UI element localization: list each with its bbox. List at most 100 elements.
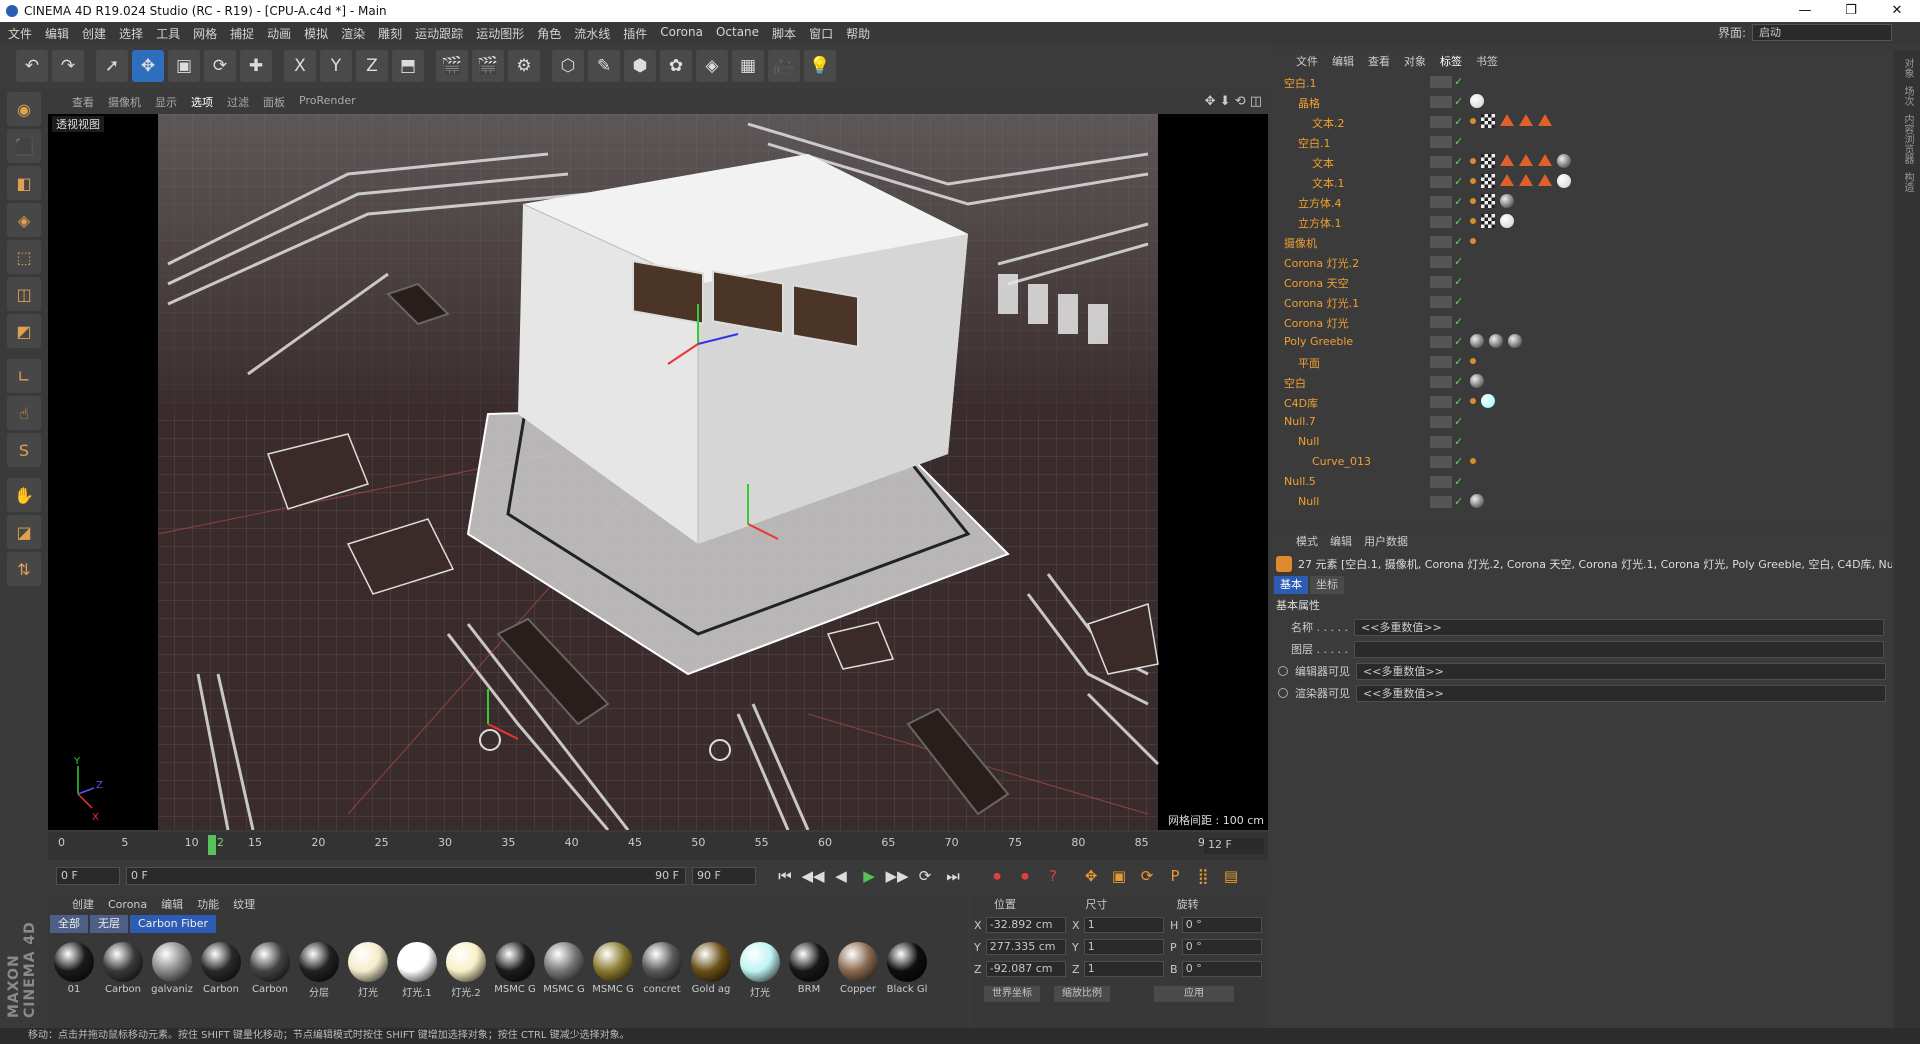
object-row[interactable]: Null ✓ [1270,432,1892,452]
tag-icon[interactable] [1470,374,1484,388]
autokey-button[interactable]: ⏺ [1012,863,1038,889]
prev-frame-button[interactable]: ◀ [828,863,854,889]
visibility-flags[interactable] [1430,356,1452,368]
tag-icon[interactable] [1489,334,1503,348]
coord-value-field[interactable]: 1 [1083,961,1164,977]
left-tool-icon[interactable]: ◧ [7,166,41,200]
visibility-flags[interactable] [1430,216,1452,228]
object-name[interactable]: 文本.1 [1312,175,1345,191]
attribute-subtab[interactable]: 坐标 [1310,576,1344,594]
tag-icon[interactable] [1470,118,1476,124]
menu-item[interactable]: 模拟 [304,25,328,42]
coord-value-field[interactable]: -92.087 cm [985,961,1066,977]
enabled-check-icon[interactable]: ✓ [1454,235,1463,248]
object-row[interactable]: 晶格 ✓ [1270,92,1892,112]
left-tool-icon[interactable]: ◪ [7,515,41,549]
tag-icon[interactable] [1470,458,1476,464]
viewport-menu-item[interactable]: 摄像机 [108,94,141,110]
record-button[interactable]: ⏺ [984,863,1010,889]
enabled-check-icon[interactable]: ✓ [1454,275,1463,288]
object-row[interactable]: 空白 ✓ [1270,372,1892,392]
enabled-check-icon[interactable]: ✓ [1454,435,1463,448]
enabled-check-icon[interactable]: ✓ [1454,315,1463,328]
attribute-value[interactable]: <<多重数值>> [1354,618,1884,636]
material-swatch[interactable]: MSMC G [491,942,539,999]
object-row[interactable]: 立方体.1 ✓ [1270,212,1892,232]
key-scale-button[interactable]: ▣ [1106,863,1132,889]
visibility-flags[interactable] [1430,436,1452,448]
scale-mode-dropdown[interactable]: 缩放比例 [1054,986,1110,1002]
material-tab[interactable]: 编辑 [161,896,183,912]
object-row[interactable]: Null.5 ✓ [1270,472,1892,492]
material-swatch[interactable]: Gold ag [687,942,735,999]
object-name[interactable]: 空白 [1284,375,1306,391]
tag-icon[interactable] [1500,154,1514,166]
object-row[interactable]: 文本 ✓ [1270,152,1892,172]
object-manager-tab[interactable]: 查看 [1368,53,1390,69]
perspective-viewport[interactable]: Y X Z 透视视图 网格间距 : 100 cm [48,114,1268,830]
material-filter[interactable]: Carbon Fiber [130,915,216,933]
render-settings-icon[interactable]: ⚙ [508,50,540,82]
tag-icon[interactable] [1470,494,1484,508]
object-manager-tab[interactable]: 编辑 [1332,53,1354,69]
enabled-check-icon[interactable]: ✓ [1454,175,1463,188]
render-picture-icon[interactable]: 🎬 [472,50,504,82]
x-axis-icon[interactable]: X [284,50,316,82]
end-frame-field[interactable]: 90 F [692,867,756,885]
redo-icon[interactable]: ↷ [52,50,84,82]
enabled-check-icon[interactable]: ✓ [1454,115,1463,128]
add-icon[interactable]: ✚ [240,50,272,82]
visibility-flags[interactable] [1430,476,1452,488]
key-position-button[interactable]: ✥ [1078,863,1104,889]
enabled-check-icon[interactable]: ✓ [1454,335,1463,348]
visibility-flags[interactable] [1430,296,1452,308]
tag-icon[interactable] [1470,334,1484,348]
material-swatch[interactable]: 分层 [295,942,343,999]
object-name[interactable]: Corona 灯光.2 [1284,255,1359,271]
coord-value-field[interactable]: -32.892 cm [985,917,1066,933]
enabled-check-icon[interactable]: ✓ [1454,255,1463,268]
material-tab[interactable]: 纹理 [233,896,255,912]
left-tool-icon[interactable]: ◈ [7,203,41,237]
tag-icon[interactable] [1481,114,1495,128]
viewport-menu-item[interactable]: ProRender [299,94,356,110]
object-row[interactable]: 空白.1 ✓ [1270,72,1892,92]
next-frame-button[interactable]: ▶▶ [884,863,910,889]
material-swatch[interactable]: Black Gl [883,942,931,999]
material-swatch[interactable]: galvaniz [148,942,196,999]
tag-icon[interactable] [1500,214,1514,228]
material-tab[interactable]: 功能 [197,896,219,912]
camera-icon[interactable]: 🎥 [768,50,800,82]
object-name[interactable]: C4D库 [1284,395,1318,411]
tag-icon[interactable] [1470,358,1476,364]
viewport-nav-icons[interactable]: ✥ ⬇ ⟲ ◫ [1205,94,1262,109]
subdivide-icon[interactable]: ⬢ [624,50,656,82]
tag-icon[interactable] [1481,174,1495,188]
object-name[interactable]: 立方体.1 [1298,215,1342,231]
object-row[interactable]: Null ✓ [1270,492,1892,512]
tag-icon[interactable] [1481,214,1495,228]
material-filter[interactable]: 全部 [50,915,88,933]
attribute-value[interactable]: <<多重数值>> [1356,684,1886,702]
menu-item[interactable]: 捕捉 [230,25,254,42]
object-name[interactable]: Poly Greeble [1284,335,1353,348]
material-filter[interactable]: 无层 [90,915,128,933]
visibility-flags[interactable] [1430,236,1452,248]
menu-item[interactable]: 帮助 [846,25,870,42]
visibility-flags[interactable] [1430,456,1452,468]
object-name[interactable]: Null.5 [1284,475,1316,488]
coord-value-field[interactable]: 0 ° [1181,961,1262,977]
viewport-menu-item[interactable]: 面板 [263,94,285,110]
enabled-check-icon[interactable]: ✓ [1454,475,1463,488]
object-name[interactable]: 摄像机 [1284,235,1317,251]
tag-icon[interactable] [1470,398,1476,404]
visibility-flags[interactable] [1430,316,1452,328]
material-swatch[interactable]: Carbon [246,942,294,999]
select-icon[interactable]: ➚ [96,50,128,82]
menu-item[interactable]: 流水线 [574,25,610,42]
play-button[interactable]: ▶ [856,863,882,889]
menu-item[interactable]: 脚本 [772,25,796,42]
object-row[interactable]: 文本.1 ✓ [1270,172,1892,192]
left-tool-icon[interactable]: ∟ [7,359,41,393]
viewport-menu-item[interactable]: 显示 [155,94,177,110]
